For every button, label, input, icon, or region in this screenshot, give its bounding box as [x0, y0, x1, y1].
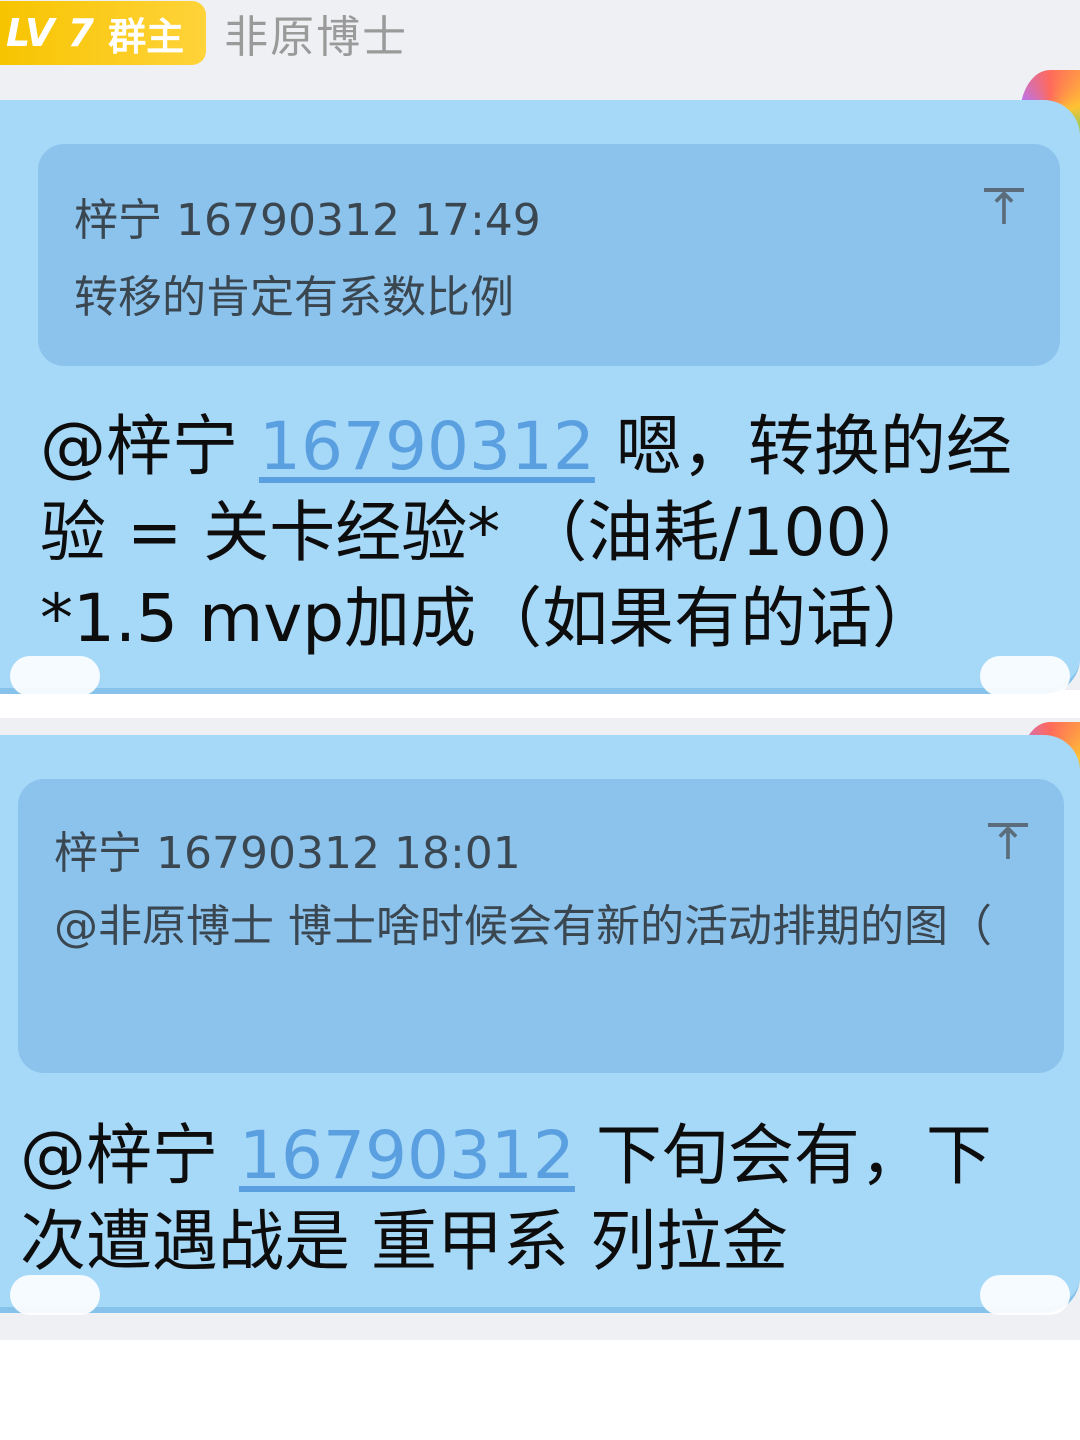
- quote-author-id: 16790312: [156, 828, 380, 879]
- message-bubble[interactable]: 梓宁 16790312 18:01 @非原博士 博士啥时候会有新的活动排期的图（…: [0, 735, 1080, 1315]
- quote-text: @非原博士 博士啥时候会有新的活动排期的图（: [54, 901, 992, 952]
- quote-author-id: 16790312: [176, 195, 400, 246]
- cloud-decoration-icon: [10, 656, 100, 696]
- level-label: LV 7: [6, 11, 95, 55]
- sender-header: LV 7 群主 非原博士: [0, 0, 408, 66]
- reply-text: @梓宁 16790312 下旬会有，下次遭遇战是 重甲系 列拉金: [20, 1113, 1056, 1285]
- pin-to-top-icon[interactable]: ↑: [982, 184, 1026, 236]
- quoted-message[interactable]: 梓宁 16790312 17:49 转移的肯定有系数比例 ↑: [38, 144, 1060, 366]
- role-label: 群主: [108, 14, 185, 59]
- quote-author: 梓宁: [74, 195, 162, 246]
- cloud-decoration-icon: [980, 656, 1070, 696]
- level-badge: LV 7 群主: [0, 1, 207, 65]
- mention-link[interactable]: 16790312: [259, 408, 595, 485]
- quoted-message[interactable]: 梓宁 16790312 18:01 @非原博士 博士啥时候会有新的活动排期的图（…: [18, 779, 1064, 1073]
- reply-text: @梓宁 16790312 嗯，转换的经验 = 关卡经验* （油耗/100） *1…: [40, 404, 1056, 662]
- mention-link[interactable]: 16790312: [239, 1117, 575, 1194]
- quote-author: 梓宁: [54, 828, 142, 879]
- chat-panel-1: LV 7 群主 非原博士 梓宁 16790312 17:49 转移的肯定有系数比…: [0, 0, 1080, 696]
- quote-meta: 梓宁 16790312 17:49: [74, 184, 541, 248]
- pin-to-top-icon[interactable]: ↑: [986, 819, 1030, 871]
- mention-prefix: @梓宁: [40, 408, 259, 485]
- quote-meta: 梓宁 16790312 18:01: [54, 817, 521, 881]
- sender-name[interactable]: 非原博士: [224, 1, 408, 65]
- mention-prefix: @梓宁: [20, 1117, 239, 1194]
- quote-time: 17:49: [413, 195, 541, 246]
- quote-text: 转移的肯定有系数比例: [74, 272, 514, 323]
- cloud-decoration-icon: [980, 1275, 1070, 1315]
- quote-time: 18:01: [393, 828, 521, 879]
- cloud-decoration-icon: [10, 1275, 100, 1315]
- message-bubble[interactable]: 梓宁 16790312 17:49 转移的肯定有系数比例 ↑ @梓宁 16790…: [0, 100, 1080, 696]
